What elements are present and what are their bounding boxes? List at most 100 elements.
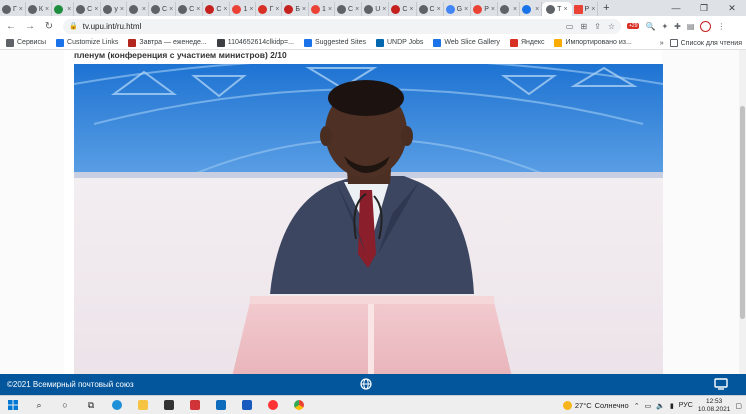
tab-close-icon[interactable]: × — [196, 6, 200, 13]
store-icon[interactable] — [156, 396, 182, 414]
bookmark-item[interactable]: Suggested Sites — [303, 38, 366, 47]
bookmark-star-icon[interactable]: ☆ — [608, 22, 615, 31]
forward-button[interactable]: → — [22, 18, 38, 34]
chrome-icon[interactable] — [286, 396, 312, 414]
tab-close-icon[interactable]: × — [94, 6, 98, 13]
globe-icon[interactable] — [360, 378, 372, 390]
language-indicator[interactable]: РУС — [679, 402, 693, 409]
browser-tab[interactable]: G × — [444, 2, 472, 16]
volume-icon[interactable]: 🔈 — [656, 402, 665, 410]
edge-icon[interactable] — [104, 396, 130, 414]
browser-tab[interactable]: С × — [176, 2, 204, 16]
yandex-browser-icon[interactable] — [260, 396, 286, 414]
puzzle-extensions-icon[interactable]: ✚ — [674, 22, 681, 31]
battery-icon[interactable]: ▮ — [670, 402, 674, 410]
extension-badge-icon[interactable]: +29 — [627, 23, 640, 29]
tab-close-icon[interactable]: × — [409, 6, 413, 13]
tab-close-icon[interactable]: × — [169, 6, 173, 13]
tab-close-icon[interactable]: × — [382, 6, 386, 13]
word-icon[interactable] — [234, 396, 260, 414]
tray-overflow-icon[interactable]: ⌃ — [634, 402, 640, 410]
tab-close-icon[interactable]: × — [275, 6, 279, 13]
browser-tab[interactable]: U × — [362, 2, 390, 16]
menu-kebab-icon[interactable]: ⋮ — [717, 22, 725, 31]
browser-tab[interactable]: С × — [389, 2, 417, 16]
bookmark-item[interactable]: Завтра — еженеде... — [128, 38, 207, 47]
spark-extension-icon[interactable]: ✦ — [661, 22, 668, 31]
notifications-icon[interactable]: ▢ — [735, 402, 742, 410]
bookmark-item[interactable]: UNDP Jobs — [375, 38, 423, 47]
tab-close-icon[interactable]: × — [513, 6, 517, 13]
minimize-button[interactable]: — — [662, 0, 690, 16]
file-explorer-icon[interactable] — [130, 396, 156, 414]
tab-close-icon[interactable]: × — [563, 6, 567, 13]
network-icon[interactable]: ▭ — [645, 402, 652, 410]
browser-tab[interactable]: С × — [74, 2, 102, 16]
windows-start-icon[interactable] — [0, 396, 26, 414]
browser-tab[interactable]: К × — [26, 2, 53, 16]
browser-tab[interactable]: С × — [149, 2, 177, 16]
browser-tab[interactable]: С × — [417, 2, 444, 16]
tab-close-icon[interactable]: × — [142, 6, 146, 13]
qr-code-icon[interactable]: ⊞ — [580, 22, 587, 31]
browser-tab[interactable]: × — [127, 2, 149, 16]
tab-close-icon[interactable]: × — [464, 6, 468, 13]
tab-close-icon[interactable]: × — [355, 6, 359, 13]
tab-close-icon[interactable]: × — [19, 6, 23, 13]
browser-tab[interactable]: 1 × — [309, 2, 336, 16]
task-view-icon[interactable]: ⧉ — [78, 396, 104, 414]
bookmark-item[interactable]: Customize Links — [56, 38, 118, 47]
browser-tab[interactable]: Б × — [282, 2, 310, 16]
maximize-button[interactable]: ❐ — [690, 0, 718, 16]
clock[interactable]: 12:53 10.08.2021 — [698, 398, 731, 414]
browser-tab[interactable]: 1 × — [230, 2, 257, 16]
url-text[interactable]: tv.upu.int/ru.html — [83, 22, 559, 31]
profile-avatar[interactable] — [700, 20, 712, 32]
reading-list-button[interactable]: Список для чтения — [669, 39, 742, 47]
search-extension-icon[interactable]: 🔍 — [645, 22, 655, 31]
bookmarks-more[interactable]: » — [660, 40, 664, 47]
bookmark-item[interactable]: Импортировано из... — [554, 38, 632, 47]
new-tab-button[interactable]: + — [598, 2, 614, 14]
browser-tab-active[interactable]: Т × — [542, 2, 572, 16]
lock-icon[interactable]: 🔒 — [69, 22, 78, 30]
cast-icon[interactable]: ▭ — [566, 22, 574, 31]
mail-icon[interactable] — [208, 396, 234, 414]
tab-close-icon[interactable]: × — [120, 6, 124, 13]
tab-close-icon[interactable]: × — [45, 6, 49, 13]
bookmark-item[interactable]: Web Slice Gallery — [433, 38, 500, 47]
browser-tab[interactable]: × — [498, 2, 521, 16]
scrollbar-thumb[interactable] — [740, 106, 745, 319]
share-icon[interactable]: ⇪ — [594, 22, 601, 31]
bookmark-item[interactable]: Сервисы — [6, 38, 46, 47]
weather-widget[interactable]: 27°C Солнечно — [562, 401, 629, 410]
back-button[interactable]: ← — [3, 18, 19, 34]
address-bar[interactable]: 🔒 tv.upu.int/ru.html ▭ ⊞ ⇪ ☆ — [63, 18, 621, 34]
sidebar-icon[interactable]: ▤ — [687, 22, 695, 31]
tab-close-icon[interactable]: × — [223, 6, 227, 13]
close-window-button[interactable]: ✕ — [718, 0, 746, 16]
tab-close-icon[interactable]: × — [302, 6, 306, 13]
tab-close-icon[interactable]: × — [437, 6, 441, 13]
tab-close-icon[interactable]: × — [491, 6, 495, 13]
tab-close-icon[interactable]: × — [535, 6, 539, 13]
tab-close-icon[interactable]: × — [249, 6, 253, 13]
browser-tab[interactable]: × — [520, 2, 543, 16]
browser-tab[interactable]: Г × — [0, 2, 26, 16]
browser-tab[interactable]: С × — [335, 2, 363, 16]
browser-tab[interactable]: Г × — [256, 2, 283, 16]
browser-tab[interactable]: С × — [203, 2, 231, 16]
app-red-icon[interactable] — [182, 396, 208, 414]
browser-tab[interactable]: P × — [471, 2, 498, 16]
page-scrollbar[interactable] — [739, 50, 746, 377]
browser-tab[interactable]: × — [52, 2, 75, 16]
video-player[interactable] — [74, 64, 663, 377]
search-icon[interactable]: ⌕ — [26, 396, 52, 414]
browser-tab[interactable]: у × — [101, 2, 127, 16]
monitor-icon[interactable] — [714, 378, 728, 390]
browser-tab[interactable]: P × — [572, 2, 599, 16]
bookmark-item[interactable]: Яндекс — [509, 38, 544, 47]
tab-close-icon[interactable]: × — [328, 6, 332, 13]
cortana-icon[interactable]: ○ — [52, 396, 78, 414]
tab-close-icon[interactable]: × — [591, 6, 595, 13]
